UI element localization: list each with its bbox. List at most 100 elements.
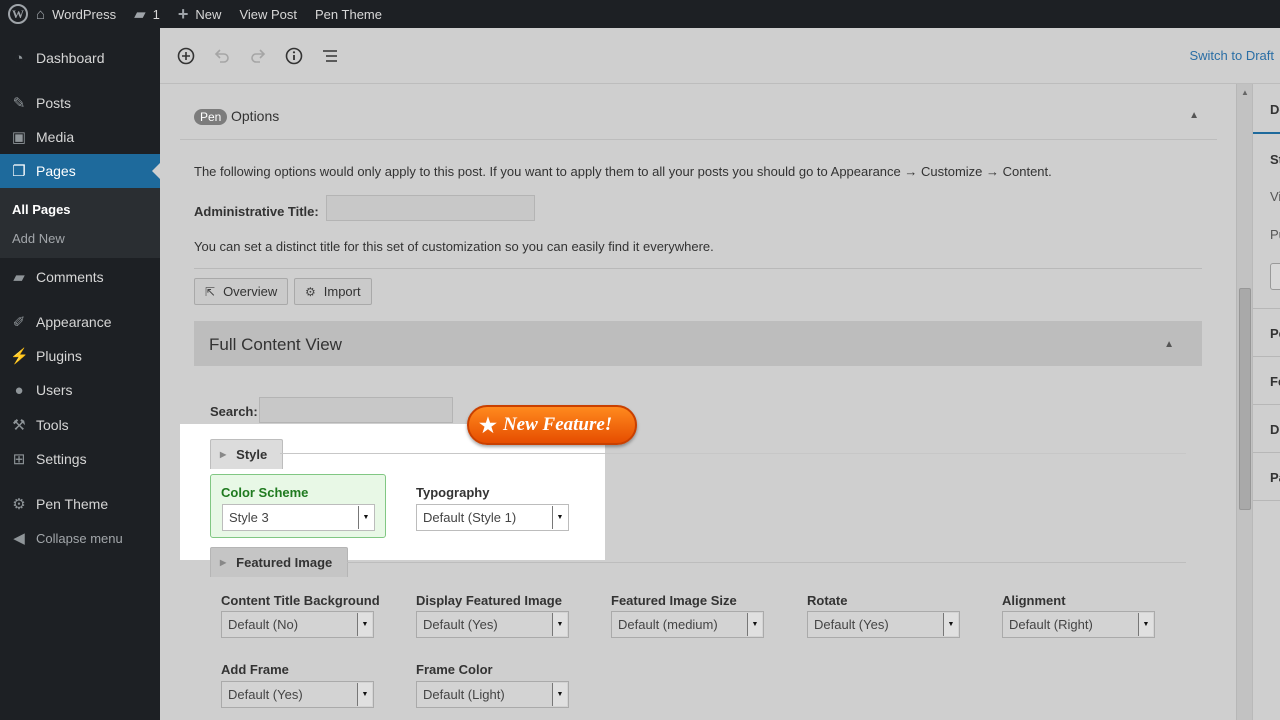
pen-theme-link[interactable]: Pen Theme — [307, 0, 392, 28]
sidebar-item-label: Posts — [36, 95, 72, 111]
pen-options-metabox: Pen Options ▲ The following options woul… — [180, 84, 1217, 720]
redo-button[interactable] — [248, 46, 268, 66]
full-content-view-title: Full Content View — [209, 335, 342, 354]
scroll-up-arrow-icon[interactable]: ▲ — [1241, 88, 1249, 97]
sidebar-item-dashboard[interactable]: ◔ Dashboard — [0, 41, 160, 75]
featured-image-panel[interactable]: Fe — [1270, 374, 1280, 389]
discussion-panel[interactable]: Di — [1270, 422, 1280, 437]
featured-image-size-select[interactable]: Default (medium) ▼ — [611, 611, 764, 638]
sidebar-item-label: Pen Theme — [36, 496, 109, 512]
frame-color-select[interactable]: Default (Light) ▼ — [416, 681, 569, 708]
collapse-arrow-icon[interactable]: ▲ — [1189, 110, 1199, 121]
pen-options-header[interactable]: Pen Options ▲ — [180, 84, 1217, 140]
status-heading: St — [1270, 152, 1280, 167]
plus-icon: + — [177, 3, 189, 24]
wordpress-logo-icon[interactable]: W — [8, 4, 28, 24]
info-button[interactable] — [284, 46, 304, 66]
admin-sidebar: ◔ Dashboard ✎ Posts ▣ Media ❐ Pages All Page… — [0, 28, 160, 720]
star-icon: ★ — [479, 414, 497, 437]
admin-title-label: Administrative Title: — [194, 204, 319, 219]
featured-image-section-tab[interactable]: ▶ Featured Image — [210, 547, 349, 577]
typography-select[interactable]: Default (Style 1) ▼ — [416, 504, 569, 531]
tab-document[interactable]: Do — [1270, 102, 1280, 117]
select-value: Default (Light) — [423, 687, 505, 702]
rotate-select[interactable]: Default (Yes) ▼ — [807, 611, 960, 638]
undo-button[interactable] — [212, 46, 232, 66]
sidebar-item-plugins[interactable]: ⚡ Plugins — [0, 339, 160, 373]
add-block-button[interactable] — [176, 46, 196, 66]
settings-icon: ⊞ — [12, 451, 26, 468]
outline-button[interactable] — [320, 46, 340, 66]
add-frame-select[interactable]: Default (Yes) ▼ — [221, 681, 374, 708]
dropdown-arrow-icon: ▼ — [552, 506, 567, 529]
user-icon: ● — [14, 381, 24, 399]
dropdown-arrow-icon: ▼ — [358, 506, 373, 529]
editor-scrollbar[interactable]: ▲ — [1236, 84, 1252, 720]
dashboard-icon: ◔ — [14, 49, 24, 67]
admin-title-input[interactable] — [326, 195, 535, 221]
dropdown-arrow-icon: ▼ — [747, 613, 762, 636]
submenu-add-new[interactable]: Add New — [12, 231, 65, 246]
pin-icon: ✎ — [12, 95, 26, 112]
search-label: Search: — [210, 404, 258, 419]
overview-button[interactable]: ⇱ Overview — [194, 278, 289, 305]
publish-label: Pu — [1270, 227, 1280, 242]
admin-bar-site[interactable]: ⌂ WordPress — [28, 0, 126, 28]
frame-color-label: Frame Color — [416, 662, 493, 677]
admin-bar-new[interactable]: + New — [170, 0, 232, 28]
search-input[interactable] — [259, 397, 453, 423]
expand-arrow-icon: ▶ — [220, 558, 227, 567]
brush-icon: ✐ — [12, 314, 26, 331]
color-scheme-select[interactable]: Style 3 ▼ — [222, 504, 375, 531]
plug-icon: ⚡ — [10, 348, 29, 365]
content-title-background-select[interactable]: Default (No) ▼ — [221, 611, 374, 638]
permalink-panel[interactable]: Pe — [1270, 326, 1280, 341]
sidebar-item-label: Media — [36, 129, 75, 145]
alignment-select[interactable]: Default (Right) ▼ — [1002, 611, 1155, 638]
sidebar-item-pages[interactable]: ❐ Pages — [0, 154, 160, 188]
view-post-link[interactable]: View Post — [231, 0, 307, 28]
import-button[interactable]: ⚙ Import — [294, 278, 372, 305]
sidebar-item-label: Dashboard — [36, 50, 105, 66]
submenu-all-pages[interactable]: All Pages — [12, 202, 71, 217]
external-link-icon: ⇱ — [205, 284, 216, 299]
collapse-arrow-icon[interactable]: ▲ — [1164, 339, 1174, 350]
switch-to-draft-link[interactable]: Switch to Draft — [1189, 48, 1274, 63]
sidebar-item-label: Collapse menu — [36, 530, 123, 546]
sidebar-item-tools[interactable]: ⚒ Tools — [0, 408, 160, 442]
display-featured-image-select[interactable]: Default (Yes) ▼ — [416, 611, 569, 638]
site-name: WordPress — [52, 6, 117, 22]
page-attributes-panel[interactable]: Pa — [1270, 470, 1280, 485]
typography-label: Typography — [416, 485, 490, 500]
sidebar-item-settings[interactable]: ⊞ Settings — [0, 442, 160, 476]
sidebar-item-label: Comments — [36, 269, 104, 285]
admin-bar-comments[interactable]: ▰ 1 — [126, 0, 170, 28]
sidebar-item-users[interactable]: ● Users — [0, 373, 160, 407]
sidebar-item-label: Appearance — [36, 314, 112, 330]
sidebar-item-appearance[interactable]: ✐ Appearance — [0, 305, 160, 339]
style-section-tab[interactable]: ▶ Style — [210, 439, 284, 469]
info-icon — [285, 47, 303, 65]
admin-bar: W ⌂ WordPress ▰ 1 + New View Post Pen Th… — [0, 0, 1280, 28]
color-scheme-field: Color Scheme Style 3 ▼ — [210, 474, 386, 538]
content-title-background-label: Content Title Background — [221, 593, 380, 608]
undo-icon — [214, 49, 229, 63]
pages-submenu: All Pages Add New — [0, 188, 160, 258]
dropdown-arrow-icon: ▼ — [943, 613, 958, 636]
trash-button[interactable] — [1270, 263, 1280, 290]
comment-count: 1 — [152, 6, 160, 22]
gear-icon: ⚙ — [305, 284, 316, 299]
full-content-view-header[interactable]: Full Content View ▲ — [194, 321, 1202, 366]
new-label: New — [195, 6, 222, 22]
sidebar-item-pen-theme[interactable]: ⚙ Pen Theme — [0, 487, 160, 521]
sidebar-item-posts[interactable]: ✎ Posts — [0, 86, 160, 120]
admin-title-help: You can set a distinct title for this se… — [194, 239, 714, 254]
sidebar-item-media[interactable]: ▣ Media — [0, 120, 160, 154]
settings-sidebar: Do St Vi Pu Pe Fe Di Pa — [1252, 84, 1280, 720]
list-icon — [323, 50, 337, 62]
sidebar-collapse-menu[interactable]: ◀ Collapse menu — [0, 521, 160, 555]
sidebar-item-label: Users — [36, 382, 73, 398]
scroll-thumb[interactable] — [1239, 288, 1251, 510]
sidebar-item-comments[interactable]: ▰ Comments — [0, 260, 160, 294]
options-intro-text: The following options would only apply t… — [194, 164, 1052, 179]
